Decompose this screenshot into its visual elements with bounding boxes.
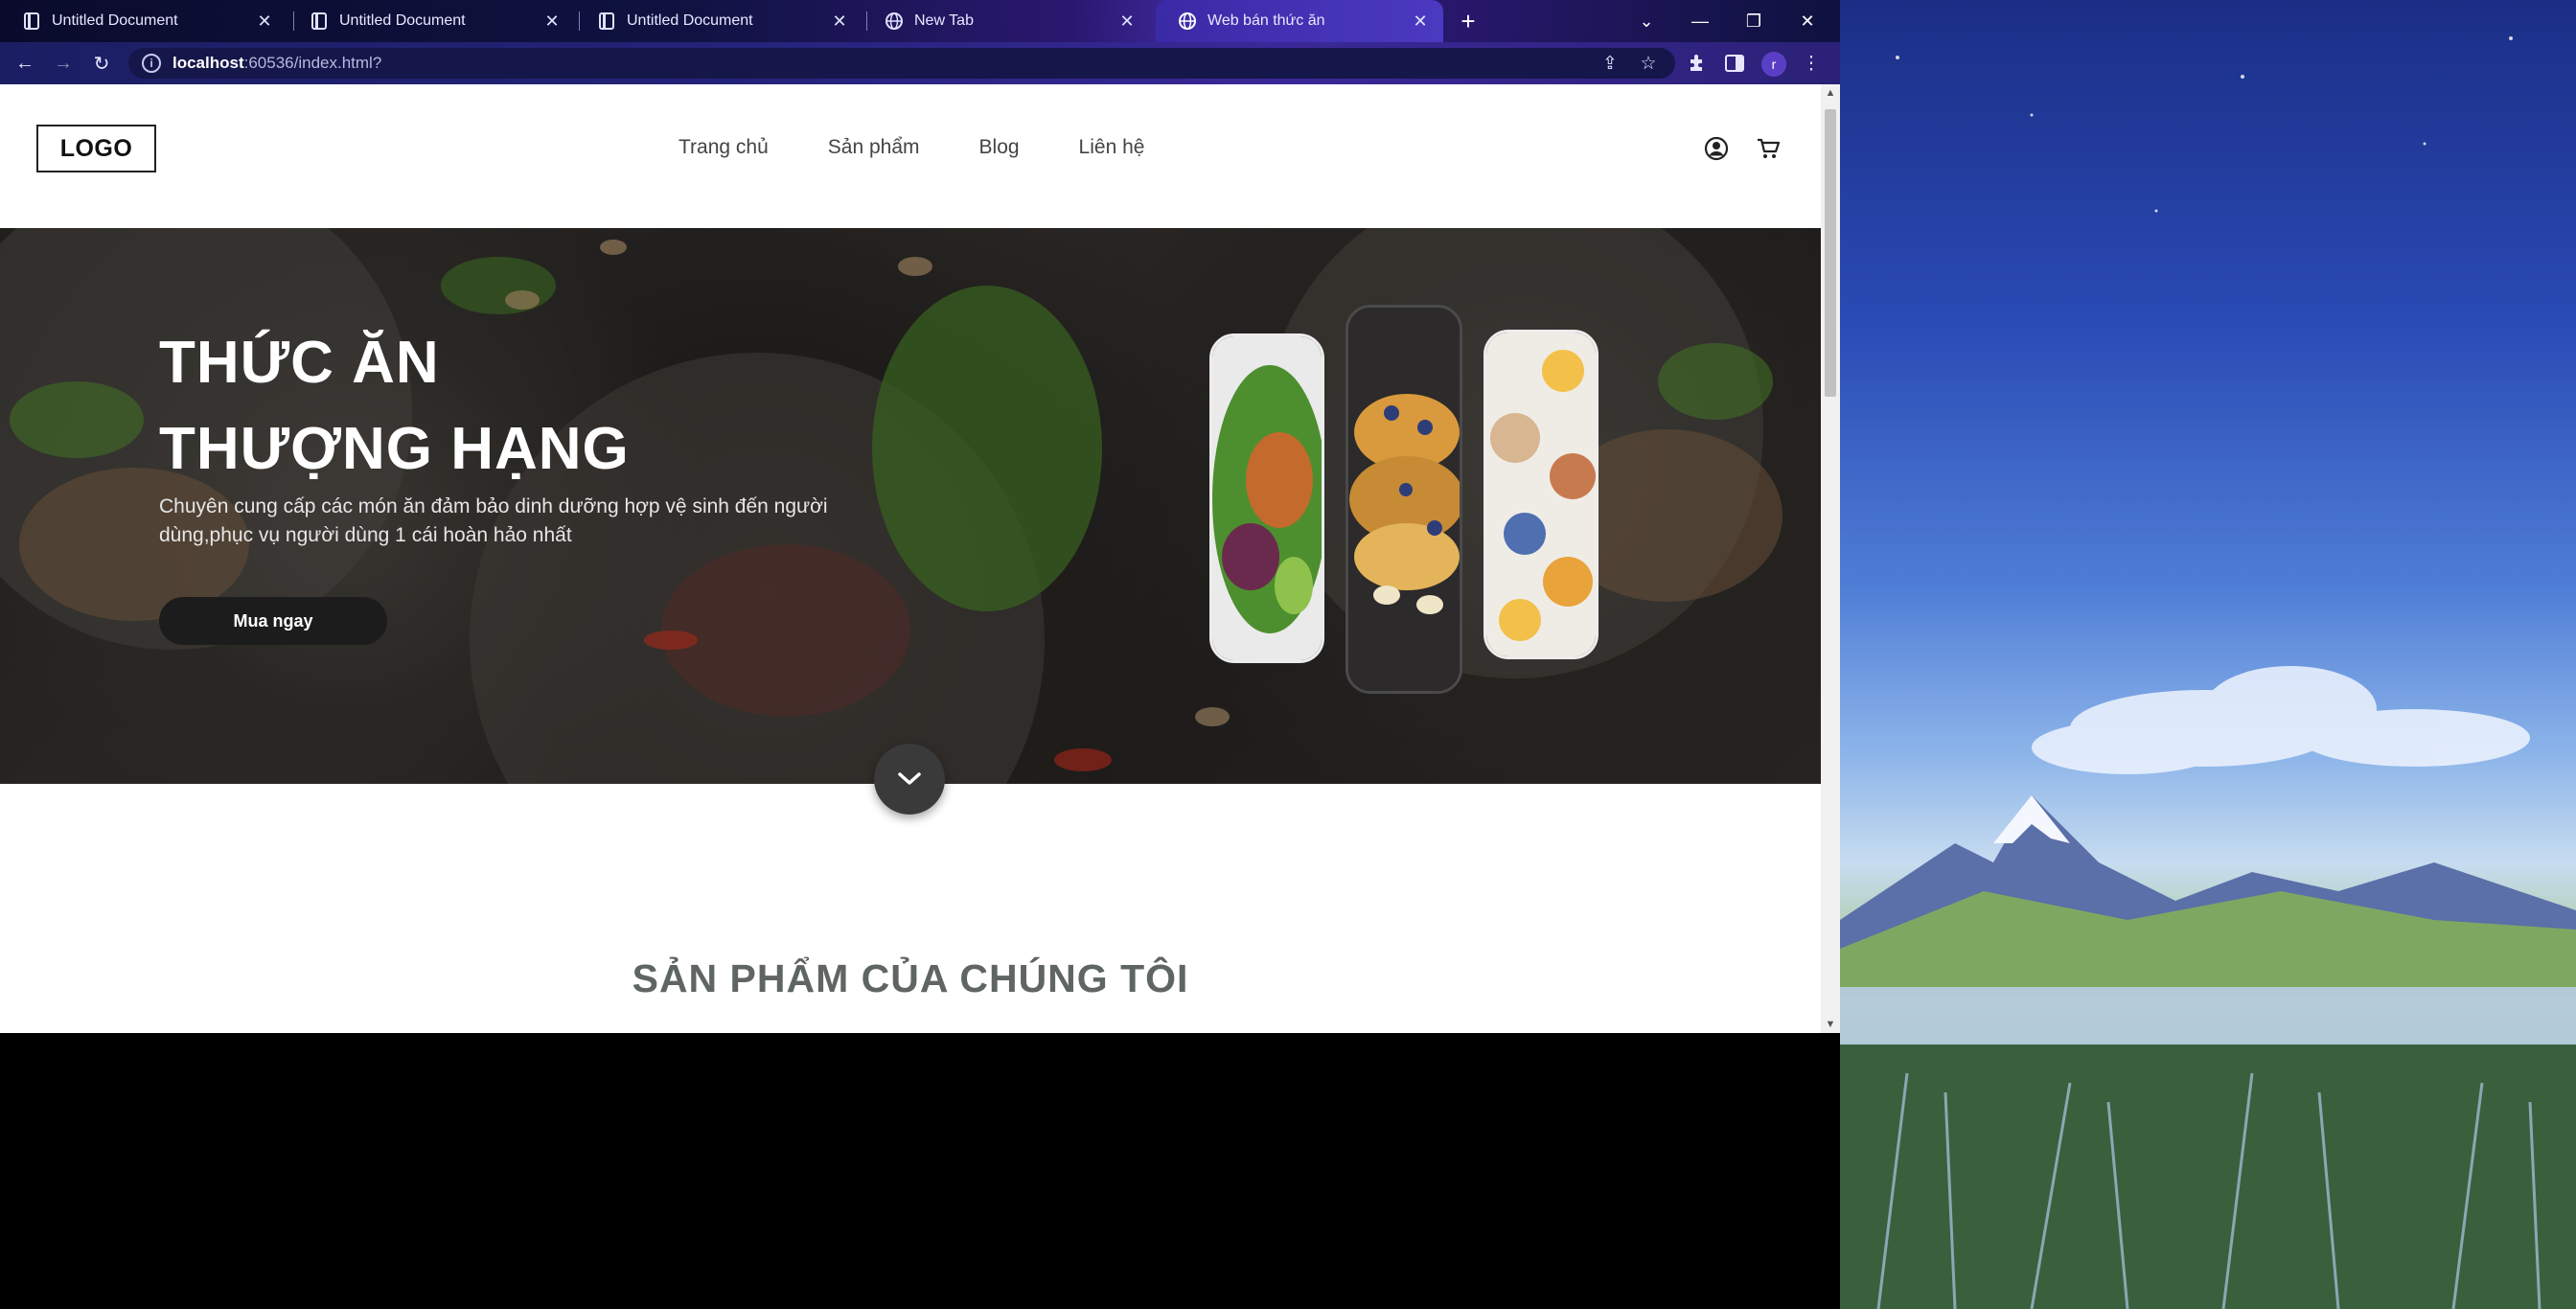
pancakes-image: [1348, 308, 1460, 691]
browser-window: Untitled Document ✕ Untitled Document ✕ …: [0, 0, 1840, 1033]
site-header: LOGO Trang chủ Sản phẩm Blog Liên hệ: [0, 84, 1821, 228]
browser-toolbar: ← → ↻ i localhost:60536/index.html? ⇪ ☆ …: [0, 42, 1840, 84]
tab-title: Untitled Document: [627, 12, 753, 29]
salad-image: [1212, 336, 1322, 660]
minimize-icon[interactable]: —: [1673, 0, 1727, 42]
hero-title-line-2: THƯỢNG HẠNG: [159, 416, 630, 482]
tab-untitled-1[interactable]: Untitled Document ✕: [0, 0, 288, 42]
document-icon: [23, 11, 40, 31]
user-account-icon[interactable]: [1702, 134, 1731, 163]
extensions-puzzle-icon[interactable]: [1681, 48, 1712, 79]
main-nav: Trang chủ Sản phẩm Blog Liên hệ: [678, 136, 1144, 159]
address-bar[interactable]: i localhost:60536/index.html?: [128, 48, 1675, 79]
url-host: localhost: [172, 54, 244, 72]
tab-new-tab[interactable]: New Tab ✕: [862, 0, 1150, 42]
tab-title: Web bán thức ăn: [1208, 12, 1325, 29]
url-path: :60536/index.html?: [243, 54, 382, 72]
chevron-down-icon: [898, 772, 921, 785]
nav-link-home[interactable]: Trang chủ: [678, 136, 769, 159]
tab-untitled-2[interactable]: Untitled Document ✕: [288, 0, 575, 42]
close-icon[interactable]: ✕: [1117, 11, 1137, 31]
close-icon[interactable]: ✕: [542, 11, 562, 31]
page-scrollbar[interactable]: ▲ ▼: [1821, 84, 1840, 1033]
tab-title: New Tab: [914, 12, 974, 29]
tab-web-ban-thuc-an[interactable]: Web bán thức ăn ✕: [1156, 0, 1443, 42]
hero-title: THỨC ĂN THƯỢNG HẠNG: [159, 320, 630, 493]
globe-icon: [1179, 11, 1196, 31]
scrollbar-thumb[interactable]: [1825, 109, 1836, 397]
scroll-down-button[interactable]: [874, 744, 945, 815]
side-panel-icon[interactable]: [1719, 48, 1750, 79]
food-card-salad[interactable]: [1209, 333, 1324, 663]
food-card-breakfast[interactable]: [1484, 330, 1598, 659]
tab-title: Untitled Document: [52, 12, 178, 29]
scroll-up-arrow-icon[interactable]: ▲: [1821, 84, 1840, 102]
desktop-wallpaper: [1840, 0, 2576, 1309]
new-tab-plus-icon[interactable]: +: [1453, 6, 1484, 36]
restore-icon[interactable]: ❐: [1727, 0, 1781, 42]
close-icon[interactable]: ✕: [830, 11, 849, 31]
hero-title-line-1: THỨC ĂN: [159, 330, 440, 396]
buy-now-button[interactable]: Mua ngay: [159, 597, 387, 645]
page-viewport: LOGO Trang chủ Sản phẩm Blog Liên hệ THỨ…: [0, 84, 1840, 1033]
document-icon: [310, 11, 328, 31]
tab-bar: Untitled Document ✕ Untitled Document ✕ …: [0, 0, 1840, 42]
document-icon: [598, 11, 615, 31]
tab-title: Untitled Document: [339, 12, 466, 29]
products-section-heading: SẢN PHẨM CỦA CHÚNG TÔI: [632, 956, 1189, 1001]
shopping-cart-icon[interactable]: [1754, 134, 1782, 163]
back-arrow-icon[interactable]: ←: [10, 48, 40, 79]
close-icon[interactable]: ✕: [255, 11, 274, 31]
food-card-pancakes[interactable]: [1346, 305, 1462, 694]
globe-icon: [886, 11, 903, 31]
close-icon[interactable]: ✕: [1411, 11, 1430, 31]
breakfast-image: [1486, 333, 1596, 656]
hero-subtitle: Chuyên cung cấp các món ăn đảm bảo dinh …: [159, 495, 828, 546]
forward-arrow-icon[interactable]: →: [48, 48, 79, 79]
reload-icon[interactable]: ↻: [86, 48, 117, 79]
close-window-icon[interactable]: ✕: [1781, 0, 1834, 42]
more-menu-icon[interactable]: ⋮: [1796, 48, 1827, 79]
scroll-down-arrow-icon[interactable]: ▼: [1821, 1016, 1840, 1033]
share-icon[interactable]: ⇪: [1595, 48, 1625, 79]
info-icon[interactable]: i: [142, 54, 161, 73]
tab-search-chevron-icon[interactable]: ⌄: [1620, 0, 1673, 42]
tab-untitled-3[interactable]: Untitled Document ✕: [575, 0, 862, 42]
hero-banner: THỨC ĂN THƯỢNG HẠNG Chuyên cung cấp các …: [0, 228, 1821, 784]
nav-link-contact[interactable]: Liên hệ: [1079, 136, 1145, 159]
nav-link-products[interactable]: Sản phẩm: [828, 136, 920, 159]
nav-link-blog[interactable]: Blog: [979, 136, 1020, 159]
star-icon[interactable]: ☆: [1633, 48, 1664, 79]
profile-avatar[interactable]: r: [1761, 52, 1786, 77]
site-logo[interactable]: LOGO: [36, 125, 156, 172]
